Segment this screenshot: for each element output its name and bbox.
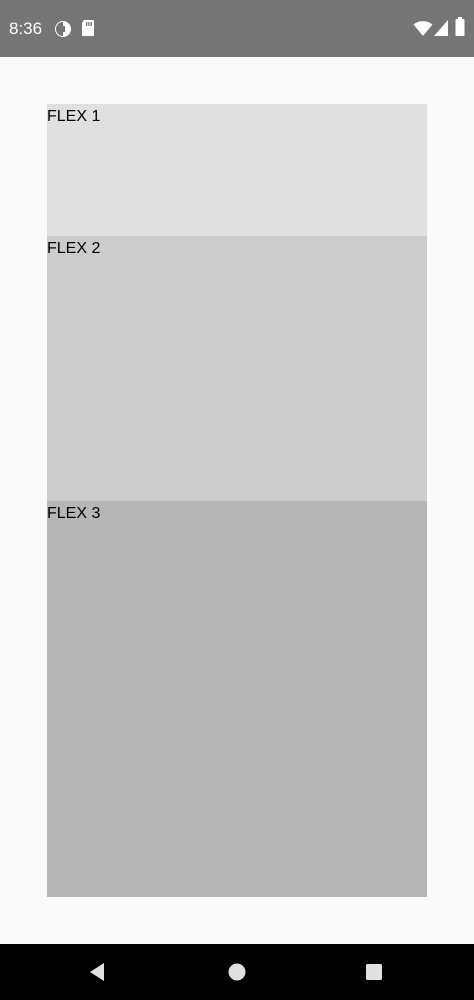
recents-button[interactable] (344, 944, 404, 1000)
wifi-icon (413, 19, 433, 42)
sd-card-icon (81, 19, 95, 42)
signal-icon (433, 19, 449, 42)
flex-item-3: FLEX 3 (47, 501, 427, 897)
flex-item-2-label: FLEX 2 (47, 240, 101, 257)
flex-item-1-label: FLEX 1 (47, 108, 101, 125)
recents-icon (366, 964, 382, 980)
back-button[interactable] (68, 944, 128, 1000)
navigation-bar (0, 944, 474, 1000)
back-icon (90, 963, 104, 981)
battery-icon (455, 17, 465, 42)
flex-item-2: FLEX 2 (47, 236, 427, 501)
flex-item-3-label: FLEX 3 (47, 505, 101, 522)
app-content: FLEX 1 FLEX 2 FLEX 3 (0, 57, 474, 944)
status-time: 8:36 (9, 19, 43, 38)
home-button[interactable] (207, 944, 267, 1000)
status-bar: 8:36 (0, 0, 474, 57)
notification-icon (54, 20, 72, 43)
home-icon (228, 963, 246, 981)
flex-item-1: FLEX 1 (47, 104, 427, 236)
